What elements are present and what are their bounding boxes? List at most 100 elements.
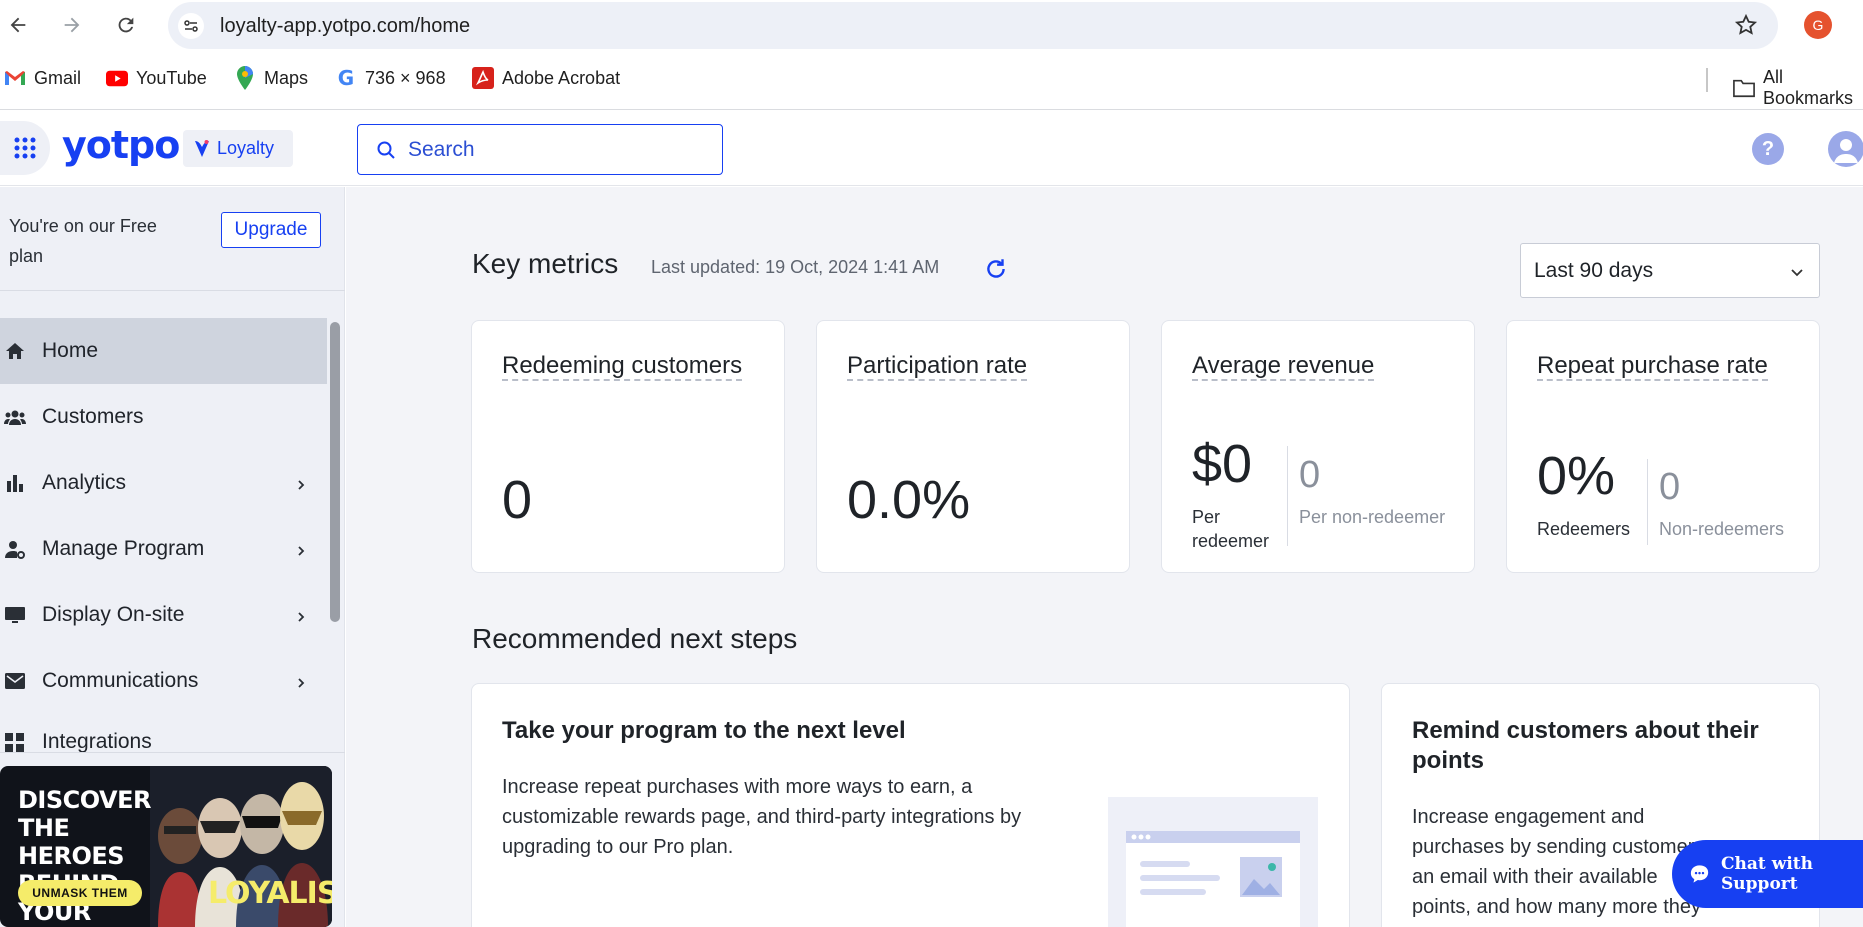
chevron-right-icon: [295, 605, 307, 629]
metric-card-redeeming-customers: Redeeming customers 0: [471, 320, 785, 573]
metric-value-label: Per redeemer: [1192, 507, 1270, 551]
promo-brand: LOYALISTS: [208, 876, 332, 911]
all-bookmarks[interactable]: All Bookmarks: [1733, 67, 1863, 109]
analytics-icon: [4, 472, 26, 494]
chat-with-support-button[interactable]: Chat with Support: [1672, 840, 1863, 908]
metric-title[interactable]: Average revenue: [1192, 351, 1452, 381]
sidebar-scrollbar[interactable]: [330, 322, 340, 622]
forward-button[interactable]: [58, 11, 86, 39]
recommendation-card-upgrade[interactable]: Take your program to the next level Incr…: [471, 683, 1350, 927]
card-body: Increase repeat purchases with more ways…: [502, 776, 1022, 858]
app-header: yotpo. Loyalty Search ?: [0, 111, 1863, 186]
sidebar: You're on our Free plan Upgrade Home Cus…: [0, 187, 345, 927]
site-info-icon[interactable]: [178, 13, 204, 39]
metric-card-participation-rate: Participation rate 0.0%: [816, 320, 1130, 573]
bookmarks-bar: Gmail YouTube Maps G 736 × 968 Adobe Acr…: [0, 50, 1863, 110]
metric-card-average-revenue: Average revenue $0 Per redeemer 0 Per no…: [1161, 320, 1475, 573]
search-input[interactable]: Search: [357, 124, 723, 175]
metric-divider: [1287, 446, 1288, 546]
metric-value: 0.0%: [847, 470, 971, 530]
sidebar-nav: Home Customers Analytics Manage Program …: [0, 318, 327, 754]
sidebar-item-integrations[interactable]: Integrations: [0, 714, 327, 754]
metric-value: $0: [1192, 434, 1253, 494]
last-updated-text: Last updated: 19 Oct, 2024 1:41 AM: [651, 257, 940, 277]
reload-button[interactable]: [112, 11, 140, 39]
sidebar-divider: [0, 752, 345, 753]
metric-value: 0%: [1537, 446, 1616, 506]
acrobat-icon: [472, 67, 494, 89]
address-bar[interactable]: loyalty-app.yotpo.com/home: [168, 2, 1778, 49]
metric-title[interactable]: Repeat purchase rate: [1537, 351, 1797, 381]
metric-title[interactable]: Redeeming customers: [502, 351, 762, 381]
browser-toolbar: loyalty-app.yotpo.com/home G: [0, 0, 1863, 50]
arrow-right-icon: [64, 17, 80, 33]
bookmark-maps[interactable]: Maps: [234, 66, 308, 90]
back-button[interactable]: [4, 11, 32, 39]
sidebar-item-communications[interactable]: Communications: [0, 648, 327, 714]
sidebar-item-home[interactable]: Home: [0, 318, 327, 384]
plan-notice: You're on our Free plan: [9, 216, 157, 266]
yotpo-logo[interactable]: yotpo.: [62, 123, 194, 167]
gmail-icon: [4, 67, 26, 89]
metric-secondary-label: Non-redeemers: [1659, 519, 1785, 539]
metric-secondary-value: 0: [1659, 466, 1681, 508]
sidebar-item-display-onsite[interactable]: Display On-site: [0, 582, 327, 648]
youtube-icon: [106, 67, 128, 89]
chevron-right-icon: [295, 473, 307, 497]
sidebar-item-analytics[interactable]: Analytics: [0, 450, 327, 516]
reload-icon: [118, 17, 134, 33]
search-placeholder: Search: [408, 137, 475, 161]
metric-card-repeat-purchase-rate: Repeat purchase rate 0% Redeemers 0 Non-…: [1506, 320, 1820, 573]
metric-secondary-value: 0: [1299, 454, 1321, 496]
metric-secondary-label: Per non-redeemer: [1299, 507, 1446, 527]
maps-icon: [234, 66, 256, 90]
display-icon: [4, 604, 26, 626]
metric-value-label: Redeemers: [1537, 519, 1631, 539]
refresh-icon[interactable]: [983, 256, 1009, 287]
bookmark-acrobat[interactable]: Adobe Acrobat: [472, 67, 620, 89]
sidebar-item-customers[interactable]: Customers: [0, 384, 327, 450]
mail-icon: [4, 670, 26, 692]
bookmarks-separator: [1706, 68, 1708, 92]
card-heading: Remind customers about their points: [1412, 717, 1759, 774]
browser-illustration: [1108, 797, 1318, 927]
google-icon: G: [337, 66, 355, 90]
customers-icon: [4, 406, 26, 428]
grid-icon: [14, 137, 36, 159]
card-heading: Take your program to the next level: [502, 717, 906, 744]
upgrade-button[interactable]: Upgrade: [221, 212, 321, 248]
folder-icon: [1733, 77, 1755, 99]
recommended-title: Recommended next steps: [472, 623, 798, 654]
chevron-down-icon: [1789, 262, 1805, 286]
app-switcher-button[interactable]: [0, 121, 50, 175]
metric-divider: [1647, 459, 1648, 545]
integrations-icon: [4, 732, 26, 754]
url-text[interactable]: loyalty-app.yotpo.com/home: [220, 15, 470, 38]
home-icon: [4, 340, 26, 362]
chevron-right-icon: [295, 671, 307, 695]
help-icon[interactable]: ?: [1752, 133, 1784, 165]
manage-program-icon: [4, 538, 26, 560]
metric-title[interactable]: Participation rate: [847, 351, 1107, 381]
metric-value: 0: [502, 470, 533, 530]
key-metrics-title: Key metrics: [472, 248, 619, 279]
bookmark-gmail[interactable]: Gmail: [4, 67, 81, 89]
bookmark-google[interactable]: G 736 × 968: [335, 66, 446, 90]
profile-avatar[interactable]: G: [1804, 11, 1832, 39]
chat-bubble-icon: [1690, 865, 1709, 883]
bookmark-star-icon[interactable]: [1734, 13, 1758, 42]
promo-banner[interactable]: DISCOVER THE HEROES BEHIND YOUR BRAND UN…: [0, 766, 332, 927]
arrow-left-icon: [10, 17, 26, 33]
bookmark-youtube[interactable]: YouTube: [106, 67, 207, 89]
sidebar-item-manage-program[interactable]: Manage Program: [0, 516, 327, 582]
chevron-right-icon: [295, 539, 307, 563]
user-avatar-icon[interactable]: [1828, 131, 1863, 167]
search-icon: [377, 141, 395, 159]
sidebar-divider: [0, 290, 345, 291]
loyalty-heart-icon: [195, 139, 209, 157]
main-content: Key metrics Last updated: 19 Oct, 2024 1…: [346, 187, 1863, 927]
date-range-select[interactable]: Last 90 days: [1520, 243, 1820, 298]
product-chip[interactable]: Loyalty: [183, 130, 293, 167]
card-body: Increase engagement and purchases by sen…: [1412, 806, 1705, 918]
unmask-them-button[interactable]: UNMASK THEM: [18, 880, 142, 906]
